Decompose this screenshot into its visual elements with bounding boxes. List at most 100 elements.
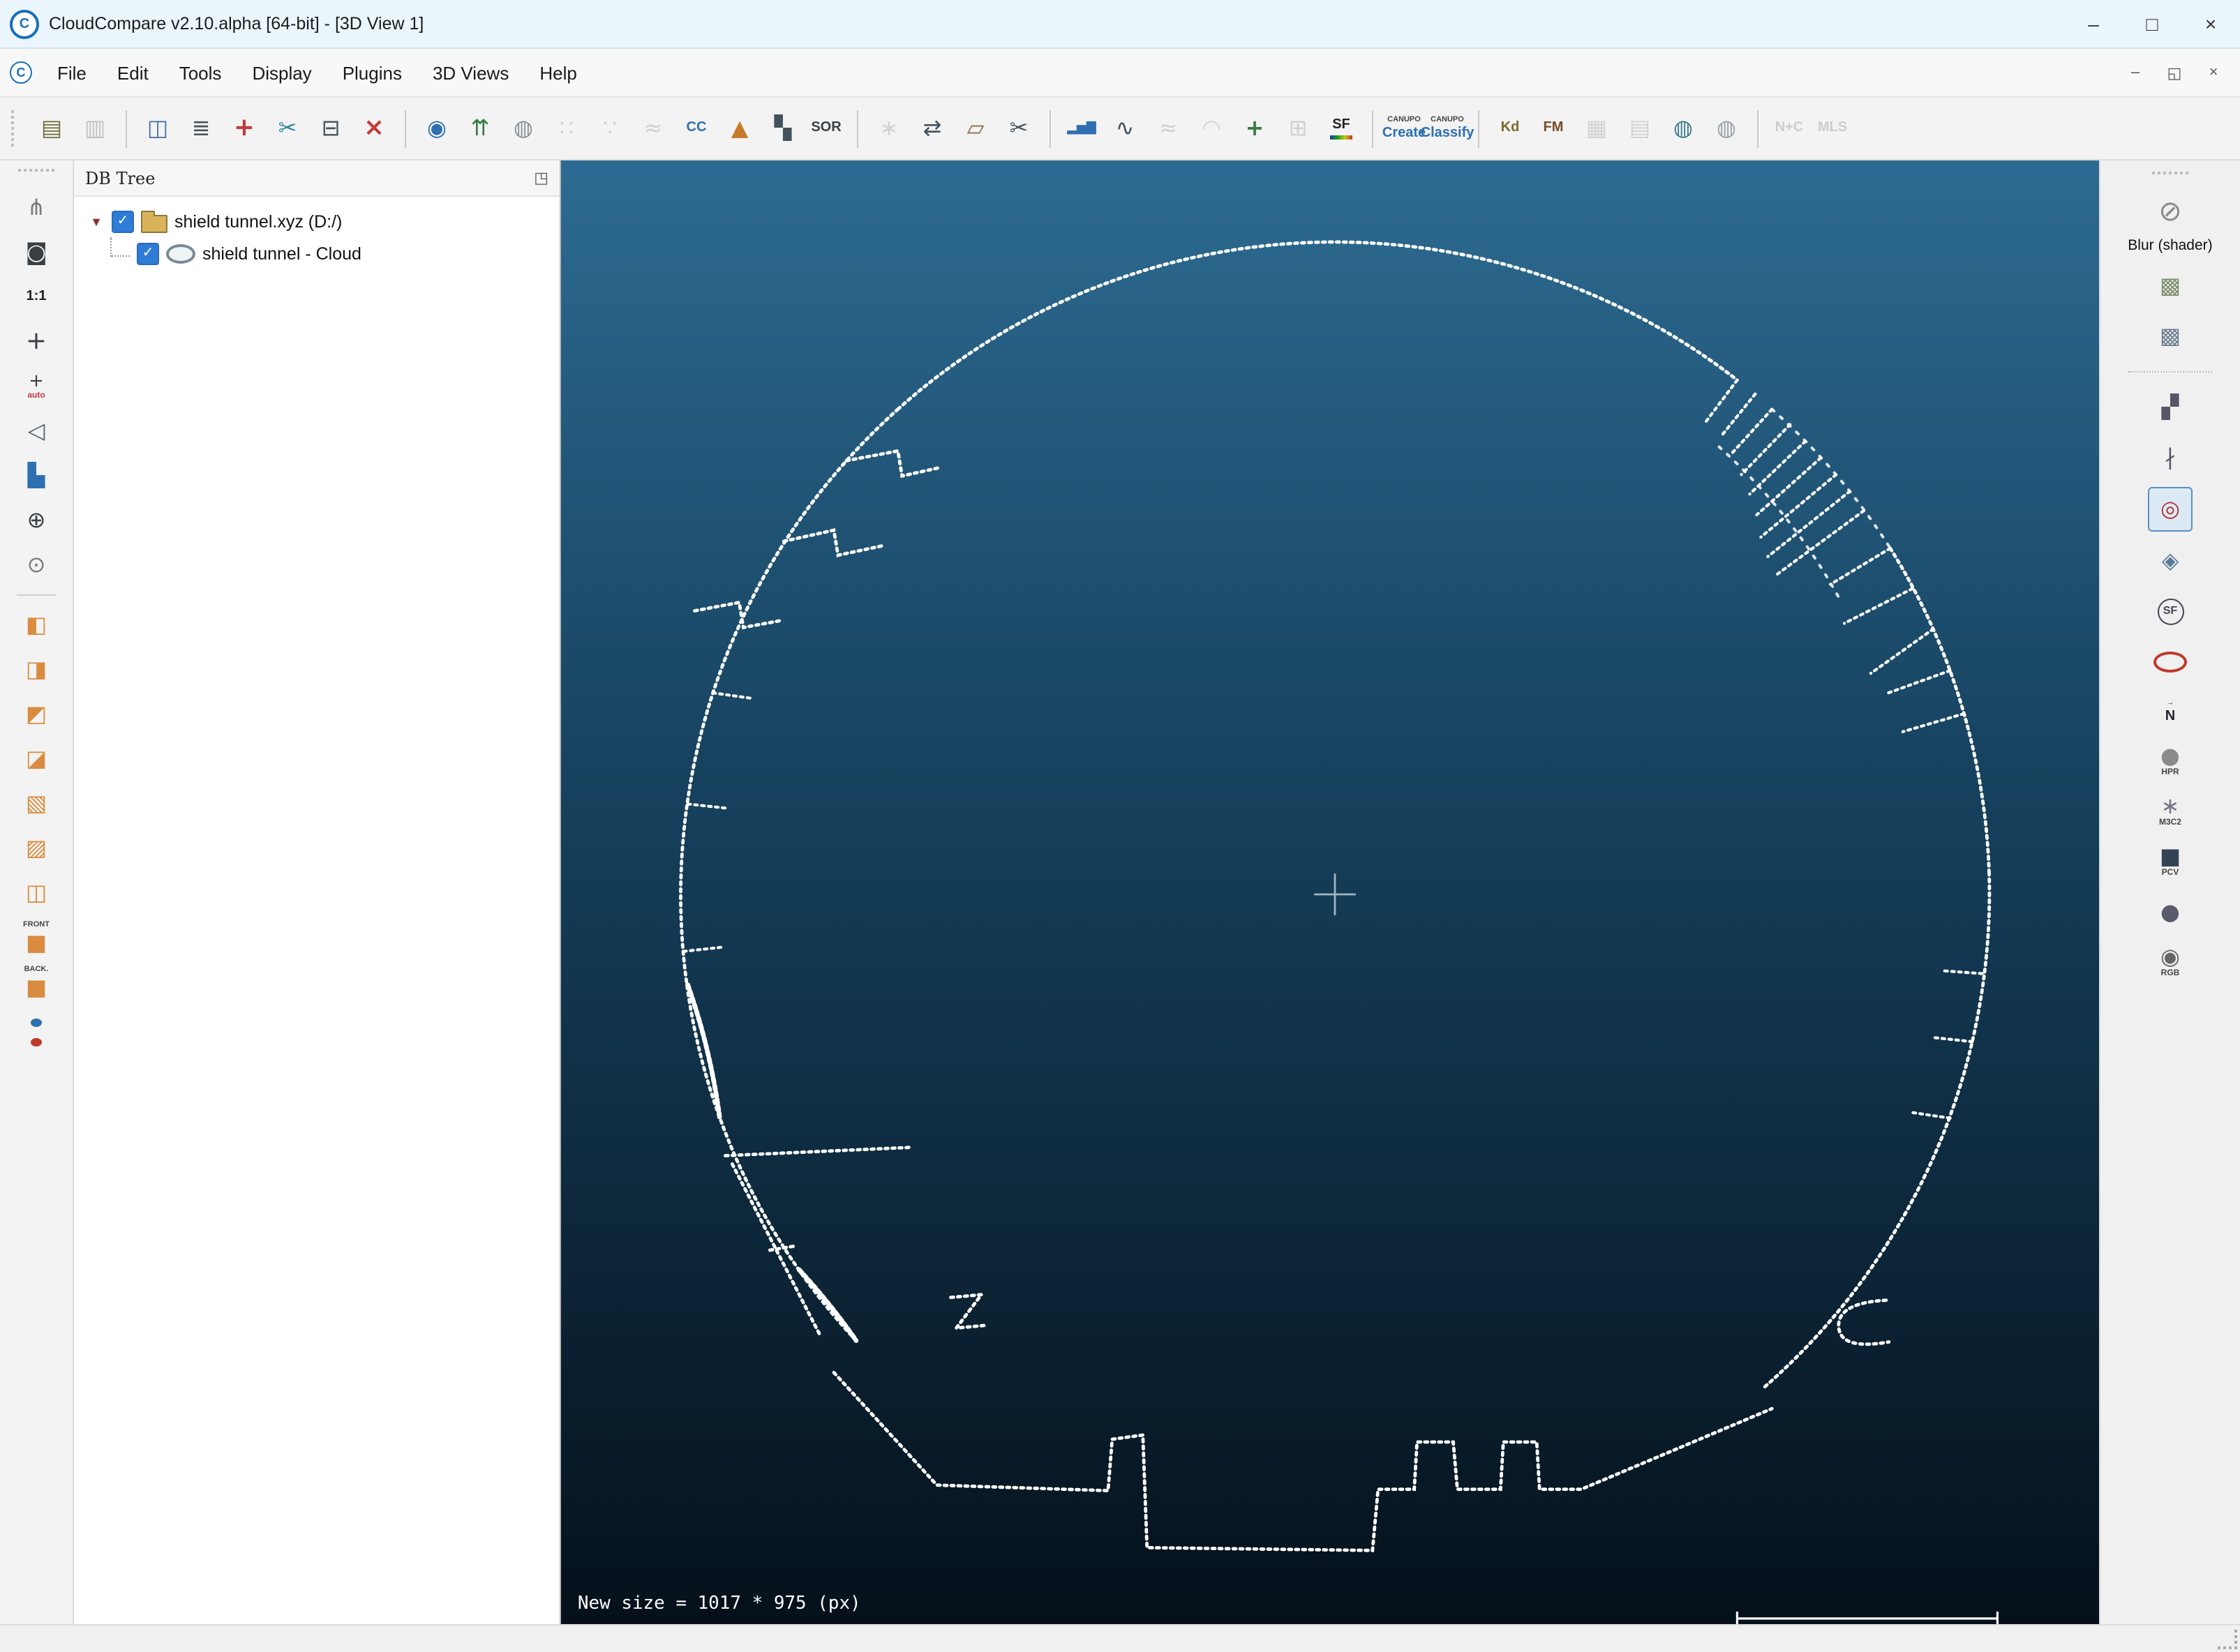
animation-plugin-button[interactable]: ▞ <box>2149 386 2191 428</box>
properties-button[interactable]: ≣ <box>181 107 221 149</box>
layers-view-button[interactable]: ▙ <box>14 456 59 495</box>
auto-pivot-icon: + <box>29 370 44 392</box>
hull-plugin-button[interactable]: ● <box>2149 892 2191 933</box>
float-panel-button[interactable]: ◳ <box>534 169 548 187</box>
broom-plugin-button[interactable]: ∤ <box>2149 437 2191 479</box>
view-front-cube-button[interactable]: FRONT ■ <box>14 918 59 957</box>
rgb-plugin-button[interactable]: ◉ RGB <box>2149 942 2191 984</box>
maximize-button[interactable]: □ <box>2123 0 2181 47</box>
3d-viewport[interactable]: 1 New size = 1017 * 975 (px) <box>561 160 2099 1624</box>
ssao-shader-button[interactable]: ▩ <box>2149 315 2191 357</box>
view-front-button[interactable]: ◩ <box>14 695 59 734</box>
view-left-button[interactable]: ▧ <box>14 784 59 823</box>
edl-shader-button[interactable]: ▩ <box>2149 265 2191 307</box>
auto-pivot-button[interactable]: + auto <box>14 367 59 406</box>
view-iso-button[interactable]: ◫ <box>14 873 59 913</box>
sra-plugin-button[interactable]: SF <box>2149 590 2191 632</box>
menu-plugins[interactable]: Plugins <box>327 49 417 96</box>
kd-tree-button[interactable]: Kd <box>1491 107 1530 149</box>
mdi-minimize-button[interactable]: – <box>2117 57 2153 88</box>
no-shader-button[interactable]: ⊘ <box>2149 190 2191 232</box>
delete-button[interactable]: × <box>354 107 394 149</box>
fine-registration-button[interactable]: CC <box>677 107 716 149</box>
translate-rotate-button[interactable]: ⇈ <box>461 107 500 149</box>
menu-edit[interactable]: Edit <box>102 49 164 96</box>
shield-plugin-button[interactable]: ◈ <box>2149 540 2191 582</box>
interactive-transform-button[interactable]: ⇄ <box>913 107 952 149</box>
separator <box>126 110 127 147</box>
view-back-button[interactable]: ◪ <box>14 739 59 779</box>
ellipser-plugin-button[interactable] <box>2149 640 2191 682</box>
crop-button[interactable]: ⊟ <box>311 107 350 149</box>
chessboard-button[interactable]: ▚ <box>763 107 802 149</box>
view-front-icon: ◩ <box>25 700 47 727</box>
align-bell-button[interactable]: ▲ <box>720 107 759 149</box>
pick-point-button[interactable]: ◉ <box>417 107 456 149</box>
apply-transformation-button[interactable]: + <box>225 107 264 149</box>
sf-color-scale-button[interactable]: SF <box>1322 107 1361 149</box>
view-iso-icon: ◫ <box>25 879 47 906</box>
minimize-button[interactable]: – <box>2064 0 2123 47</box>
add-scalar-field-button[interactable]: + <box>1235 107 1274 149</box>
apply-transformation-icon: + <box>233 113 255 142</box>
view-right-button[interactable]: ▨ <box>14 829 59 868</box>
resize-grip-icon[interactable] <box>2218 1629 2237 1649</box>
pliers-tool-button[interactable]: ⋔ <box>14 188 59 227</box>
menu-file[interactable]: File <box>42 49 102 96</box>
m3c2-plugin-label: M3C2 <box>2158 819 2181 828</box>
m3c2-plugin-button[interactable]: ∗ M3C2 <box>2149 791 2191 833</box>
default-view-arrow-button[interactable]: ◁ <box>14 412 59 451</box>
profile-curve-button[interactable]: ∿ <box>1105 107 1144 149</box>
separator <box>1050 110 1051 147</box>
zoom-1-1-button[interactable]: 1:1 <box>14 278 59 317</box>
compass-plugin-button[interactable]: ◎ <box>2148 487 2193 532</box>
menu-help[interactable]: Help <box>524 49 592 96</box>
rgb-plugin-label: RGB <box>2160 970 2180 979</box>
globe-button[interactable]: ◍ <box>1664 107 1703 149</box>
status-bar <box>0 1624 2240 1652</box>
close-button[interactable]: × <box>2181 0 2240 47</box>
segment-button[interactable]: ✂ <box>268 107 307 149</box>
tree-row[interactable]: ✓ shield tunnel - Cloud <box>74 237 560 269</box>
fit-plane-button[interactable]: ▱ <box>956 107 995 149</box>
subsample-button[interactable]: ◍ <box>504 107 543 149</box>
sphere-grid-button[interactable]: ◍ <box>1707 107 1746 149</box>
right-panel-grip[interactable] <box>2152 172 2188 180</box>
view-back-cube-button[interactable]: BACK. ■ <box>14 963 59 1002</box>
menu-display[interactable]: Display <box>237 49 327 96</box>
tree-row[interactable]: ▼ ✓ shield tunnel.xyz (D:/) <box>74 205 560 237</box>
left-toolbar-grip[interactable] <box>18 169 54 177</box>
mdi-close-button[interactable]: × <box>2195 57 2232 88</box>
screenshot-button[interactable]: ◙ <box>14 233 59 272</box>
pan-view-button[interactable]: ⊕ <box>14 501 59 540</box>
clone-icon: ◫ <box>147 114 169 141</box>
menu-tools[interactable]: Tools <box>164 49 237 96</box>
normals-plugin-button[interactable]: → N <box>2149 691 2191 733</box>
view-bottom-button[interactable]: ◨ <box>14 650 59 689</box>
window-title: CloudCompare v2.10.alpha [64-bit] - [3D … <box>49 14 424 33</box>
canupo-create-button[interactable]: CANUPO Create <box>1382 107 1426 149</box>
default-view-arrow-icon: ◁ <box>27 417 45 444</box>
hpr-plugin-button[interactable]: ● HPR <box>2149 741 2191 783</box>
zoom-magnifier-button[interactable]: ⊙ <box>14 546 59 585</box>
sor-filter-icon: SOR <box>811 120 842 135</box>
pcv-plugin-button[interactable]: ■ PCV <box>2149 841 2191 883</box>
visibility-checkbox[interactable]: ✓ <box>112 210 134 232</box>
view-top-button[interactable]: ◧ <box>14 606 59 645</box>
clone-button[interactable]: ◫ <box>138 107 177 149</box>
canupo-classify-button[interactable]: CANUPO Classify <box>1421 107 1474 149</box>
expander-icon[interactable]: ▼ <box>88 214 105 228</box>
visibility-checkbox[interactable]: ✓ <box>137 242 159 264</box>
open-button[interactable]: ▤ <box>32 107 71 149</box>
title-bar: C CloudCompare v2.10.alpha [64-bit] - [3… <box>0 0 2240 49</box>
histogram-button[interactable]: ▂▅▇ <box>1062 107 1101 149</box>
mdi-restore-button[interactable]: ◱ <box>2156 57 2193 88</box>
mdi-child-icon[interactable]: C <box>10 61 32 84</box>
toolbar-grip[interactable] <box>11 110 20 147</box>
set-pivot-button[interactable]: + <box>14 322 59 361</box>
stereo-mode-button[interactable] <box>14 1007 59 1046</box>
fm-tool-button[interactable]: FM <box>1534 107 1573 149</box>
sor-filter-button[interactable]: SOR <box>807 107 846 149</box>
cross-section-button[interactable]: ✂ <box>999 107 1038 149</box>
menu-3d-views[interactable]: 3D Views <box>417 49 524 96</box>
